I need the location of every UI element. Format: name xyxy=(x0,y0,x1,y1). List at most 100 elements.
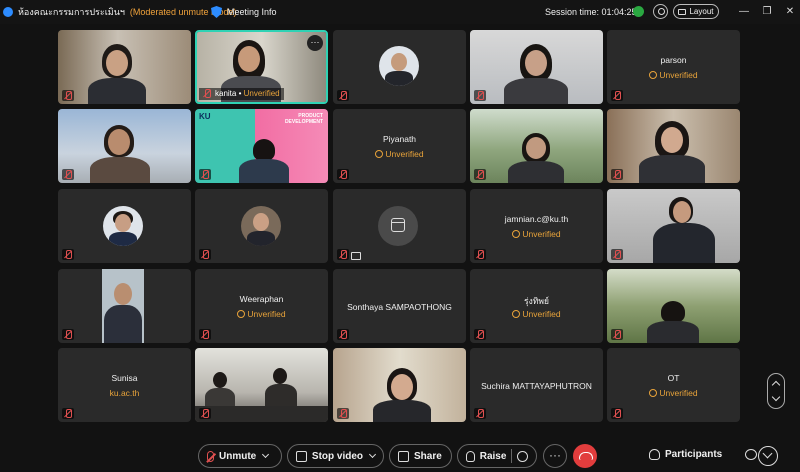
mic-off-icon xyxy=(207,450,214,462)
stop-video-button[interactable]: Stop video xyxy=(287,444,384,468)
leave-meeting-button[interactable] xyxy=(573,444,597,468)
raise-label: Raise xyxy=(479,450,507,462)
minimize-window-button[interactable]: — xyxy=(733,3,755,21)
participant-tile-12[interactable] xyxy=(195,189,328,263)
tile-more-options-button[interactable]: ··· xyxy=(307,35,323,51)
unverified-status: Unverified xyxy=(333,149,466,159)
participant-tile-7[interactable]: KU PRODUCT DEVELOPMENT xyxy=(195,109,328,183)
participant-name: kanita xyxy=(215,89,237,98)
connection-signal-icon[interactable] xyxy=(633,6,644,17)
participant-tile-17[interactable]: Weeraphan Unverified xyxy=(195,269,328,343)
warning-icon xyxy=(237,310,246,318)
unverified-text: Unverified xyxy=(522,229,561,239)
participants-button[interactable]: Participants xyxy=(649,449,722,460)
divider xyxy=(511,449,513,463)
meeting-toolbar: Unmute Stop video Share Raise ··· Partic… xyxy=(0,440,800,472)
chevron-down-icon[interactable] xyxy=(262,450,270,459)
mic-muted-icon xyxy=(62,249,74,260)
mic-muted-icon xyxy=(62,90,74,101)
participant-tile-21[interactable]: Sunisa ku.ac.th xyxy=(58,348,191,422)
participant-tile-13[interactable] xyxy=(333,189,466,263)
chevron-up-icon[interactable] xyxy=(771,380,781,390)
video-feed xyxy=(253,213,269,231)
calendar-placeholder xyxy=(378,206,418,246)
video-feed xyxy=(106,50,128,76)
more-options-button[interactable]: ··· xyxy=(543,444,567,468)
unverified-text: Unverified xyxy=(522,309,561,319)
participant-avatar xyxy=(379,46,419,86)
participant-tile-16[interactable] xyxy=(58,269,191,343)
participant-tile-22[interactable] xyxy=(195,348,328,422)
participant-tile-2-active-speaker[interactable]: ··· kanita • Unverified xyxy=(195,30,328,104)
video-feed xyxy=(661,301,685,323)
video-feed xyxy=(114,283,132,305)
mic-muted-icon xyxy=(199,408,211,419)
participant-tile-19[interactable]: รุ่งทิพย์ Unverified xyxy=(470,269,603,343)
zoom-magnifier-icon[interactable] xyxy=(653,4,668,19)
participant-tile-18[interactable]: Sonthaya SAMPAOTHONG xyxy=(333,269,466,343)
meeting-title: ห้องคณะกรรมการประเมินฯ xyxy=(18,7,125,17)
mic-muted-icon xyxy=(611,90,623,101)
emoji-reaction-icon[interactable] xyxy=(517,450,528,462)
mic-muted-icon xyxy=(337,90,349,101)
participant-tile-9[interactable] xyxy=(470,109,603,183)
video-feed xyxy=(373,400,431,422)
mic-muted-icon xyxy=(62,408,74,419)
video-feed xyxy=(526,137,546,159)
close-window-button[interactable]: ✕ xyxy=(779,3,800,21)
mic-muted-icon xyxy=(62,329,74,340)
participant-tile-1[interactable] xyxy=(58,30,191,104)
mic-muted-icon xyxy=(474,329,486,340)
gallery-page-navigation[interactable] xyxy=(767,373,785,409)
mic-muted-icon xyxy=(337,249,349,260)
video-feed xyxy=(90,157,150,183)
calendar-icon xyxy=(391,218,405,232)
chevron-down-icon[interactable] xyxy=(368,450,377,459)
video-feed xyxy=(391,374,413,400)
warning-icon xyxy=(375,150,384,158)
participant-tile-14[interactable]: jamnian.c@ku.th Unverified xyxy=(470,189,603,263)
mic-muted-icon xyxy=(474,249,486,260)
participant-name: Sonthaya SAMPAOTHONG xyxy=(347,302,452,312)
chevron-down-circle-icon[interactable] xyxy=(758,446,778,466)
unverified-status: Unverified xyxy=(607,388,740,398)
grid-icon xyxy=(678,8,687,15)
unmute-button[interactable]: Unmute xyxy=(198,444,282,468)
participant-tile-8[interactable]: Piyanath Unverified xyxy=(333,109,466,183)
mic-muted-icon xyxy=(199,169,211,180)
chat-icon[interactable] xyxy=(745,449,757,460)
video-feed xyxy=(104,305,142,343)
participant-tile-15[interactable] xyxy=(607,189,740,263)
warning-icon xyxy=(512,310,521,318)
mic-muted-icon xyxy=(199,329,211,340)
participant-tile-3[interactable] xyxy=(333,30,466,104)
shield-icon[interactable] xyxy=(211,6,222,18)
mic-unmuted-icon xyxy=(201,88,213,99)
video-feed xyxy=(508,161,564,183)
participant-avatar xyxy=(103,206,143,246)
participant-tile-5[interactable]: parson Unverified xyxy=(607,30,740,104)
maximize-window-button[interactable]: ❐ xyxy=(756,3,778,21)
participant-name: Sunisa xyxy=(111,373,138,383)
video-feed xyxy=(391,53,407,71)
chevron-down-icon[interactable] xyxy=(771,392,781,402)
layout-button[interactable]: Layout xyxy=(673,4,719,19)
video-feed xyxy=(115,214,131,232)
participant-tile-4[interactable] xyxy=(470,30,603,104)
participant-tile-20[interactable] xyxy=(607,269,740,343)
video-feed xyxy=(239,159,289,183)
video-feed xyxy=(504,78,568,104)
participant-tile-23[interactable] xyxy=(333,348,466,422)
participant-tile-25[interactable]: OT Unverified xyxy=(607,348,740,422)
raise-hand-button[interactable]: Raise xyxy=(457,444,537,468)
participant-tile-10[interactable] xyxy=(607,109,740,183)
app-logo-icon xyxy=(3,7,13,17)
video-camera-icon xyxy=(296,450,307,462)
share-button[interactable]: Share xyxy=(389,444,452,468)
video-feed xyxy=(109,232,137,246)
mic-muted-icon xyxy=(611,169,623,180)
meeting-info-button[interactable]: Meeting Info xyxy=(227,7,277,17)
participant-tile-11[interactable] xyxy=(58,189,191,263)
participant-tile-6[interactable] xyxy=(58,109,191,183)
participant-tile-24[interactable]: Suchira MATTAYAPHUTRON xyxy=(470,348,603,422)
